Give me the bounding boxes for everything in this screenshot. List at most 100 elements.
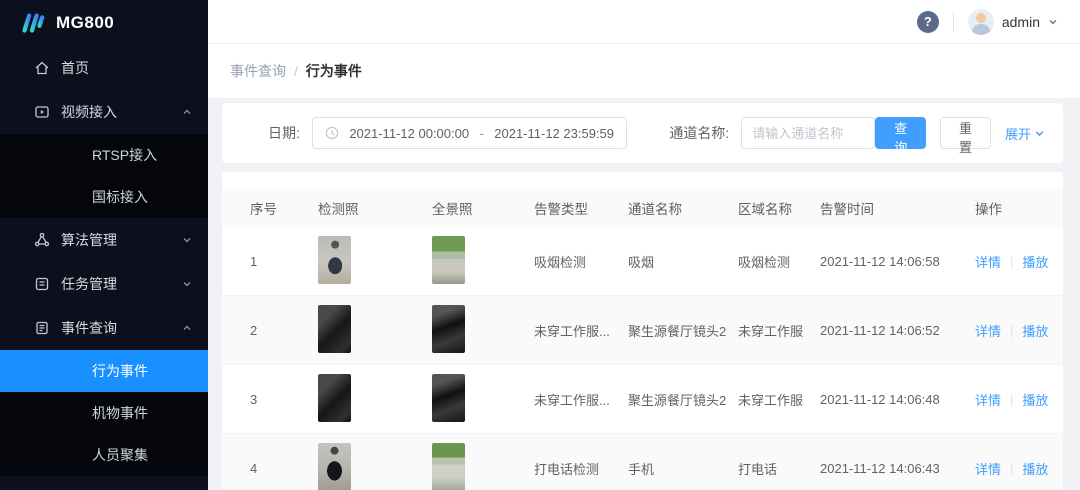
channel-cell: 聚生源餐厅镜头2 xyxy=(628,390,738,409)
detect-photo-thumbnail[interactable] xyxy=(318,305,351,353)
sidebar-item-label: 机物事件 xyxy=(92,403,148,423)
help-glyph: ? xyxy=(924,14,932,29)
alarm-time-cell: 2021-11-12 14:06:58 xyxy=(820,254,975,269)
app-title: MG800 xyxy=(56,13,114,33)
main-area: ? admin 事件查询 / 行为事件 日期: 2021-11-12 00:00… xyxy=(208,0,1080,490)
content: 日期: 2021-11-12 00:00:00 - 2021-11-12 23:… xyxy=(208,98,1080,490)
breadcrumb-parent[interactable]: 事件查询 xyxy=(230,61,286,81)
sidebar-item-event-query[interactable]: 事件查询 xyxy=(0,306,208,350)
chevron-down-icon xyxy=(182,279,192,289)
chevron-down-icon xyxy=(1048,17,1058,27)
detail-link[interactable]: 详情 xyxy=(975,390,1001,409)
panorama-thumbnail[interactable] xyxy=(432,374,465,422)
sidebar-item-home[interactable]: 首页 xyxy=(0,46,208,90)
chevron-down-icon xyxy=(182,235,192,245)
panorama-thumbnail[interactable] xyxy=(432,305,465,353)
alarm-time-cell: 2021-11-12 14:06:43 xyxy=(820,461,975,476)
detect-photo-thumbnail[interactable] xyxy=(318,236,351,284)
expand-label: 展开 xyxy=(1005,124,1031,143)
task-icon xyxy=(34,276,50,292)
sidebar-item-algorithm-mgmt[interactable]: 算法管理 xyxy=(0,218,208,262)
sidebar-item-label: 视频接入 xyxy=(61,102,117,122)
action-divider: | xyxy=(1010,392,1013,407)
action-divider: | xyxy=(1010,461,1013,476)
col-header-actions: 操作 xyxy=(975,198,1053,218)
logo-icon xyxy=(18,10,46,36)
table-row: 1 吸烟检测 吸烟 吸烟检测 2021-11-12 14:06:58 详情 | … xyxy=(222,227,1063,296)
alarm-type-cell: 未穿工作服... xyxy=(534,321,628,340)
region-cell: 吸烟检测 xyxy=(738,252,820,271)
detail-link[interactable]: 详情 xyxy=(975,321,1001,340)
date-range-picker[interactable]: 2021-11-12 00:00:00 - 2021-11-12 23:59:5… xyxy=(312,117,628,149)
channel-cell: 手机 xyxy=(628,459,738,478)
sidebar-item-rtsp-access[interactable]: RTSP接入 xyxy=(0,134,208,176)
reset-button[interactable]: 重置 xyxy=(940,117,991,149)
clock-icon xyxy=(325,126,339,140)
sidebar-item-video-access[interactable]: 视频接入 xyxy=(0,90,208,134)
panorama-thumbnail[interactable] xyxy=(432,236,465,284)
col-header-region: 区域名称 xyxy=(738,198,820,218)
sidebar-item-task-mgmt[interactable]: 任务管理 xyxy=(0,262,208,306)
alarm-type-cell: 打电话检测 xyxy=(534,459,628,478)
user-menu[interactable]: admin xyxy=(968,9,1058,35)
col-header-channel: 通道名称 xyxy=(628,198,738,218)
table-row: 4 打电话检测 手机 打电话 2021-11-12 14:06:43 详情 | … xyxy=(222,434,1063,490)
expand-toggle[interactable]: 展开 xyxy=(1005,124,1045,143)
sidebar-item-label: 算法管理 xyxy=(61,230,117,250)
sidebar-item-label: RTSP接入 xyxy=(92,145,157,165)
alarm-time-cell: 2021-11-12 14:06:52 xyxy=(820,323,975,338)
chevron-up-icon xyxy=(182,323,192,333)
sidebar-item-crowd-gathering[interactable]: 人员聚集 xyxy=(0,434,208,476)
submenu-event-query: 行为事件 机物事件 人员聚集 xyxy=(0,350,208,476)
play-link[interactable]: 播放 xyxy=(1022,459,1048,478)
play-link[interactable]: 播放 xyxy=(1022,321,1048,340)
chevron-up-icon xyxy=(182,107,192,117)
breadcrumb-separator: / xyxy=(294,63,298,79)
breadcrumb-current: 行为事件 xyxy=(306,61,362,81)
avatar xyxy=(968,9,994,35)
alarm-time-cell: 2021-11-12 14:06:48 xyxy=(820,392,975,407)
breadcrumb: 事件查询 / 行为事件 xyxy=(208,44,1080,98)
table-row: 2 未穿工作服... 聚生源餐厅镜头2 未穿工作服 2021-11-12 14:… xyxy=(222,296,1063,365)
date-range-separator: - xyxy=(479,126,483,141)
region-cell: 未穿工作服 xyxy=(738,390,820,409)
sidebar-item-behavior-events[interactable]: 行为事件 xyxy=(0,350,208,392)
submenu-video-access: RTSP接入 国标接入 xyxy=(0,134,208,218)
event-icon xyxy=(34,320,50,336)
date-end-value: 2021-11-12 23:59:59 xyxy=(494,126,615,141)
filter-actions: 查询 重置 展开 xyxy=(875,117,1045,149)
sidebar-item-label: 任务管理 xyxy=(61,274,117,294)
search-button[interactable]: 查询 xyxy=(875,117,926,149)
col-header-detect-photo: 检测照 xyxy=(318,198,432,218)
sidebar-item-label: 首页 xyxy=(61,58,89,78)
date-start-value: 2021-11-12 00:00:00 xyxy=(349,126,470,141)
action-divider: | xyxy=(1010,323,1013,338)
channel-name-input[interactable] xyxy=(741,117,875,149)
app-logo[interactable]: MG800 xyxy=(0,0,208,46)
panorama-thumbnail[interactable] xyxy=(432,443,465,490)
alarm-type-cell: 吸烟检测 xyxy=(534,252,628,271)
detect-photo-thumbnail[interactable] xyxy=(318,374,351,422)
table-row: 3 未穿工作服... 聚生源餐厅镜头2 未穿工作服 2021-11-12 14:… xyxy=(222,365,1063,434)
sidebar-item-object-events[interactable]: 机物事件 xyxy=(0,392,208,434)
detail-link[interactable]: 详情 xyxy=(975,252,1001,271)
row-index: 1 xyxy=(250,254,318,269)
region-cell: 未穿工作服 xyxy=(738,321,820,340)
play-link[interactable]: 播放 xyxy=(1022,252,1048,271)
col-header-alarm-type: 告警类型 xyxy=(534,198,628,218)
sidebar-item-label: 行为事件 xyxy=(92,361,148,381)
help-icon[interactable]: ? xyxy=(917,11,939,33)
detail-link[interactable]: 详情 xyxy=(975,459,1001,478)
filter-bar: 日期: 2021-11-12 00:00:00 - 2021-11-12 23:… xyxy=(222,103,1063,163)
col-header-alarm-time: 告警时间 xyxy=(820,198,975,218)
row-index: 4 xyxy=(250,461,318,476)
channel-cell: 聚生源餐厅镜头2 xyxy=(628,321,738,340)
sidebar-item-gb-access[interactable]: 国标接入 xyxy=(0,176,208,218)
date-label: 日期: xyxy=(268,123,300,143)
alarm-type-cell: 未穿工作服... xyxy=(534,390,628,409)
detect-photo-thumbnail[interactable] xyxy=(318,443,351,490)
sidebar-item-label: 事件查询 xyxy=(61,318,117,338)
sidebar-item-label: 人员聚集 xyxy=(92,445,148,465)
play-link[interactable]: 播放 xyxy=(1022,390,1048,409)
row-index: 3 xyxy=(250,392,318,407)
